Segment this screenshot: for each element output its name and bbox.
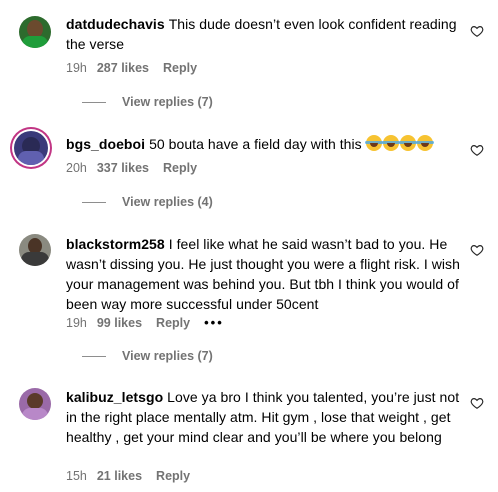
face-with-tears-of-joy-icon: [364, 135, 383, 151]
view-replies-button[interactable]: View replies (7): [82, 349, 213, 363]
avatar[interactable]: [14, 131, 48, 165]
view-replies-label: View replies (4): [122, 195, 213, 209]
comment-text: datdudechavis This dude doesn’t even look…: [66, 14, 461, 54]
reply-button[interactable]: Reply: [163, 61, 197, 75]
avatar[interactable]: [19, 388, 51, 420]
replies-divider: [82, 202, 106, 204]
replies-divider: [82, 102, 106, 104]
face-with-tears-of-joy-icon: [415, 135, 434, 151]
comment-likes[interactable]: 287 likes: [97, 61, 149, 75]
heart-outline-icon[interactable]: [470, 396, 484, 410]
avatar[interactable]: [19, 234, 51, 266]
heart-outline-icon[interactable]: [470, 24, 484, 38]
avatar[interactable]: [19, 16, 51, 48]
more-options-button[interactable]: •••: [204, 315, 224, 330]
comment-time[interactable]: 19h: [66, 61, 87, 75]
comment-meta: 19h 287 likes Reply: [66, 61, 211, 75]
comment-text: bgs_doeboi 50 bouta have a field day with…: [66, 134, 461, 154]
comment-time[interactable]: 15h: [66, 469, 87, 483]
comment-username[interactable]: datdudechavis: [66, 16, 165, 32]
reply-button[interactable]: Reply: [163, 161, 197, 175]
view-replies-button[interactable]: View replies (4): [82, 195, 213, 209]
comment-username[interactable]: blackstorm258: [66, 236, 165, 252]
comment-meta: 15h 21 likes Reply: [66, 469, 204, 483]
reply-button[interactable]: Reply: [156, 469, 190, 483]
comment-meta: 19h 99 likes Reply •••: [66, 315, 238, 330]
heart-outline-icon[interactable]: [470, 243, 484, 257]
view-replies-label: View replies (7): [122, 349, 213, 363]
comment-time[interactable]: 19h: [66, 316, 87, 330]
face-with-tears-of-joy-icon: [398, 135, 417, 151]
heart-outline-icon[interactable]: [470, 143, 484, 157]
reply-button[interactable]: Reply: [156, 316, 190, 330]
comment-likes[interactable]: 337 likes: [97, 161, 149, 175]
replies-divider: [82, 356, 106, 358]
comment-username[interactable]: bgs_doeboi: [66, 136, 145, 152]
comment-likes[interactable]: 21 likes: [97, 469, 142, 483]
comment-username[interactable]: kalibuz_letsgo: [66, 389, 163, 405]
face-with-tears-of-joy-icon: [381, 135, 400, 151]
comment-text: blackstorm258 I feel like what he said wa…: [66, 234, 461, 314]
comment-body: 50 bouta have a field day with this: [149, 136, 362, 152]
view-replies-label: View replies (7): [122, 95, 213, 109]
comment-time[interactable]: 20h: [66, 161, 87, 175]
view-replies-button[interactable]: View replies (7): [82, 95, 213, 109]
comment-likes[interactable]: 99 likes: [97, 316, 142, 330]
comment-text: kalibuz_letsgo Love ya bro I think you ta…: [66, 387, 461, 447]
comment-meta: 20h 337 likes Reply: [66, 161, 211, 175]
